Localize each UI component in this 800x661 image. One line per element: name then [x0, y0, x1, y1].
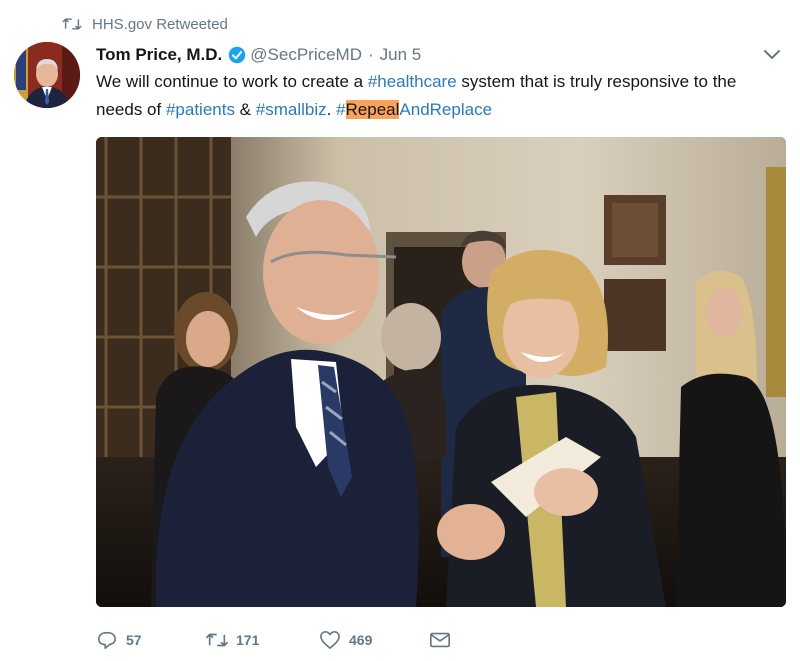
envelope-icon	[430, 632, 450, 648]
retweet-count: 171	[236, 632, 260, 648]
like-button[interactable]: 469	[319, 630, 429, 650]
hashtag-patients[interactable]: #patients	[166, 100, 235, 119]
author-handle[interactable]: @SecPriceMD	[250, 45, 362, 65]
tweet-text: We will continue to work to create a #he…	[96, 68, 786, 124]
hashtag-symbol: #	[336, 100, 346, 119]
direct-message-button[interactable]	[429, 630, 451, 650]
retweet-icon	[62, 18, 82, 30]
tweet-actions: 57 171 469	[96, 626, 451, 654]
retweet-button[interactable]: 171	[206, 630, 319, 650]
tweet-photo[interactable]	[96, 137, 786, 607]
like-count: 469	[349, 632, 373, 648]
reply-button[interactable]: 57	[96, 630, 206, 650]
retweet-context: HHS.gov Retweeted	[62, 14, 228, 34]
tweet-header: Tom Price, M.D. @SecPriceMD · Jun 5	[96, 42, 760, 68]
hashtag-rest: AndReplace	[399, 100, 493, 119]
hashtag-healthcare[interactable]: #healthcare	[368, 72, 457, 91]
reply-count: 57	[126, 632, 142, 648]
tweet-text-part-3: &	[234, 100, 256, 119]
tweet-date[interactable]: Jun 5	[380, 45, 422, 65]
retweet-label[interactable]: HHS.gov Retweeted	[92, 16, 228, 33]
photo-image	[96, 137, 786, 607]
search-highlight: Repeal	[345, 100, 400, 119]
author-name[interactable]: Tom Price, M.D.	[96, 45, 222, 65]
hashtag-smallbiz[interactable]: #smallbiz	[256, 100, 327, 119]
hashtag-repealandreplace[interactable]: #RepealAndReplace	[336, 100, 492, 119]
reply-icon	[98, 631, 116, 649]
tweet-text-part-1: We will continue to work to create a	[96, 72, 368, 91]
retweet-action-icon	[206, 633, 228, 647]
tweet-text-part-4: .	[326, 100, 337, 119]
avatar-image	[14, 42, 80, 108]
heart-icon	[320, 631, 340, 649]
separator-dot: ·	[368, 45, 374, 64]
chevron-down-icon[interactable]	[762, 44, 782, 64]
avatar[interactable]	[14, 42, 80, 108]
verified-badge-icon	[229, 46, 246, 64]
